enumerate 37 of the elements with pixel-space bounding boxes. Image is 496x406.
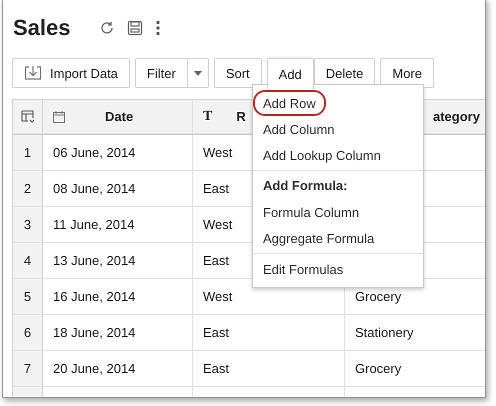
calendar-icon	[53, 110, 65, 122]
row-number: 6	[13, 315, 43, 351]
row-number: 1	[13, 135, 43, 171]
table-options-icon[interactable]	[21, 110, 34, 123]
column-title: R	[236, 109, 246, 124]
table-cell: 13 June, 2014	[43, 243, 193, 279]
row-number: 4	[13, 243, 43, 279]
row-number: 7	[13, 351, 43, 387]
caret-icon	[194, 70, 202, 76]
table-cell: 11 June, 2014	[43, 207, 193, 243]
table-cell: 08 June, 2014	[43, 171, 193, 207]
page-title: Sales	[13, 15, 70, 41]
more-icon[interactable]	[154, 20, 160, 36]
save-icon[interactable]	[126, 20, 142, 36]
menu-item[interactable]: Add Row	[253, 90, 326, 116]
column-title: ategory	[433, 109, 480, 124]
row-number: 3	[13, 207, 43, 243]
import-button[interactable]: Import Data	[12, 58, 130, 88]
filter-dropdown[interactable]	[188, 58, 209, 88]
text-type-icon: T	[203, 108, 212, 124]
import-icon	[24, 65, 42, 81]
column-header[interactable]: Date	[43, 100, 193, 134]
table-cell: Grocery	[345, 351, 485, 387]
table-cell: East	[193, 351, 345, 387]
table-cell: 16 June, 2014	[43, 279, 193, 315]
column-title: Date	[105, 109, 134, 124]
toolbar-button[interactable]: Add	[266, 58, 314, 90]
table-cell: 20 June, 2014	[43, 351, 193, 387]
table-cell: East	[193, 315, 345, 351]
filter-button[interactable]: Filter	[134, 58, 188, 88]
row-number: 5	[13, 279, 43, 315]
row-number: 2	[13, 171, 43, 207]
toolbar-button[interactable]: Sort	[214, 58, 262, 88]
table-cell: 18 June, 2014	[43, 315, 193, 351]
table-cell: Stationery	[345, 315, 485, 351]
table-cell: 06 June, 2014	[43, 135, 193, 171]
refresh-icon[interactable]	[98, 20, 114, 36]
